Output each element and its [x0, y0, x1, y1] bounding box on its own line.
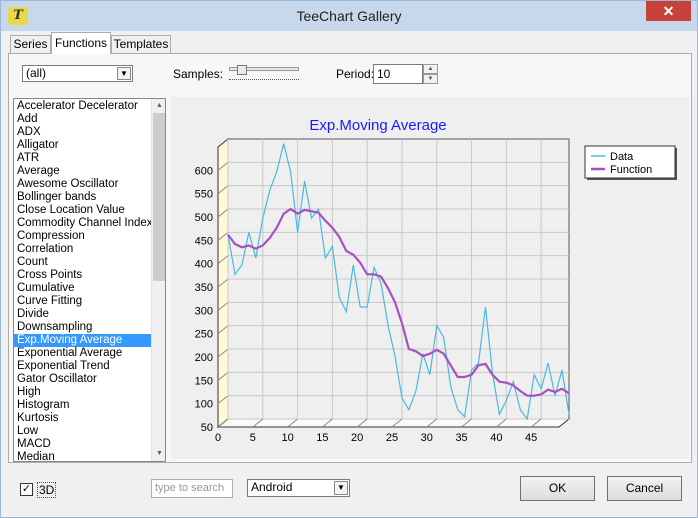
y-tick-label: 200 — [195, 352, 213, 364]
legend-entry: Function — [610, 164, 652, 176]
list-item[interactable]: Histogram — [14, 399, 151, 412]
list-item[interactable]: Kurtosis — [14, 412, 151, 425]
list-item[interactable]: Exponential Trend — [14, 360, 151, 373]
x-tick-label: 35 — [455, 432, 467, 444]
period-input[interactable]: 10 — [373, 64, 423, 84]
chevron-down-icon[interactable]: ▼ — [117, 67, 131, 80]
samples-slider-ticks — [229, 79, 299, 81]
x-tick-label: 20 — [351, 432, 363, 444]
list-item[interactable]: Downsampling — [14, 321, 151, 334]
x-tick-label: 10 — [281, 432, 293, 444]
period-label: Period: — [336, 67, 375, 81]
list-item[interactable]: Compression — [14, 230, 151, 243]
three-d-checkbox[interactable]: ✓ — [20, 483, 33, 496]
close-button[interactable]: ✕ — [646, 1, 691, 21]
tab-functions[interactable]: Functions — [51, 32, 111, 54]
period-spinner[interactable]: ▲ ▼ — [423, 64, 438, 85]
list-item[interactable]: MACD — [14, 438, 151, 451]
tab-series[interactable]: Series — [10, 35, 51, 53]
y-tick-label: 150 — [195, 375, 213, 387]
spin-down-icon[interactable]: ▼ — [423, 74, 438, 84]
x-tick-label: 30 — [421, 432, 433, 444]
list-item[interactable]: Gator Oscillator — [14, 373, 151, 386]
period-value: 10 — [377, 67, 391, 81]
tab-templates[interactable]: Templates — [111, 35, 171, 53]
bottom-bar: ✓ 3D type to search Android ▼ OK Cancel — [8, 465, 692, 513]
list-item[interactable]: High — [14, 386, 151, 399]
y-tick-label: 500 — [195, 212, 213, 224]
ok-button[interactable]: OK — [520, 476, 595, 501]
y-tick-label: 600 — [195, 165, 213, 177]
list-item[interactable]: Commodity Channel Index — [14, 217, 151, 230]
y-tick-label: 400 — [195, 259, 213, 271]
list-item[interactable]: Add — [14, 113, 151, 126]
scroll-up-icon[interactable]: ▲ — [152, 99, 165, 113]
list-item[interactable]: ADX — [14, 126, 151, 139]
functions-listbox[interactable]: Accelerator Decelerator Add ADX Alligator AT… — [13, 98, 166, 462]
list-item[interactable]: Close Location Value — [14, 204, 151, 217]
ema-chart: Exp.Moving Average 501001502002503003504… — [195, 117, 677, 444]
chart-title: Exp.Moving Average — [309, 117, 446, 134]
search-input[interactable]: type to search — [151, 479, 233, 498]
y-tick-label: 450 — [195, 235, 213, 247]
y-tick-label: 100 — [195, 399, 213, 411]
list-item[interactable]: Accelerator Decelerator — [14, 100, 151, 113]
theme-combo[interactable]: Android ▼ — [247, 479, 350, 497]
list-item[interactable]: Correlation — [14, 243, 151, 256]
y-tick-label: 350 — [195, 282, 213, 294]
x-tick-label: 45 — [525, 432, 537, 444]
list-item[interactable]: Bollinger bands — [14, 191, 151, 204]
x-tick-label: 0 — [215, 432, 221, 444]
filter-combo[interactable]: (all) ▼ — [22, 65, 133, 82]
spin-up-icon[interactable]: ▲ — [423, 64, 438, 74]
list-item[interactable]: Exponential Average — [14, 347, 151, 360]
chart-preview: Exp.Moving Average 50 100 150 200 250 300 350 4… — [171, 97, 689, 459]
legend-entry: Data — [610, 151, 634, 163]
x-tick-label: 5 — [250, 432, 256, 444]
list-item[interactable]: Cross Points — [14, 269, 151, 282]
y-tick-label: 50 — [201, 422, 213, 434]
three-d-label[interactable]: 3D — [37, 482, 57, 498]
list-item[interactable]: Low — [14, 425, 151, 438]
list-item[interactable]: Average — [14, 165, 151, 178]
list-item[interactable]: ATR — [14, 152, 151, 165]
samples-label: Samples: — [173, 67, 224, 81]
list-item[interactable]: Divide — [14, 308, 151, 321]
x-tick-label: 40 — [490, 432, 502, 444]
y-tick-label: 250 — [195, 329, 213, 341]
list-scrollbar[interactable]: ▲ ▼ — [151, 99, 165, 461]
samples-slider-thumb[interactable] — [237, 65, 247, 75]
gallery-window: T TeeChart Gallery ✕ Series Functions Te… — [0, 0, 698, 518]
list-item[interactable]: Curve Fitting — [14, 295, 151, 308]
y-tick-label: 300 — [195, 305, 213, 317]
chevron-down-icon[interactable]: ▼ — [334, 481, 348, 495]
x-tick-label: 25 — [386, 432, 398, 444]
scroll-down-icon[interactable]: ▼ — [152, 447, 165, 461]
list-item[interactable]: Median — [14, 451, 151, 461]
y-tick-label: 550 — [195, 189, 213, 201]
title-bar[interactable]: T TeeChart Gallery ✕ — [1, 1, 697, 31]
filter-combo-value: (all) — [26, 66, 46, 80]
x-tick-label: 15 — [316, 432, 328, 444]
list-item[interactable]: Exp.Moving Average — [14, 334, 151, 347]
list-item[interactable]: Cumulative — [14, 282, 151, 295]
list-item[interactable]: Count — [14, 256, 151, 269]
theme-value: Android — [251, 480, 293, 494]
list-item[interactable]: Awesome Oscillator — [14, 178, 151, 191]
list-item[interactable]: Alligator — [14, 139, 151, 152]
window-title: TeeChart Gallery — [296, 8, 402, 24]
scroll-thumb[interactable] — [153, 113, 165, 281]
cancel-button[interactable]: Cancel — [607, 476, 682, 501]
